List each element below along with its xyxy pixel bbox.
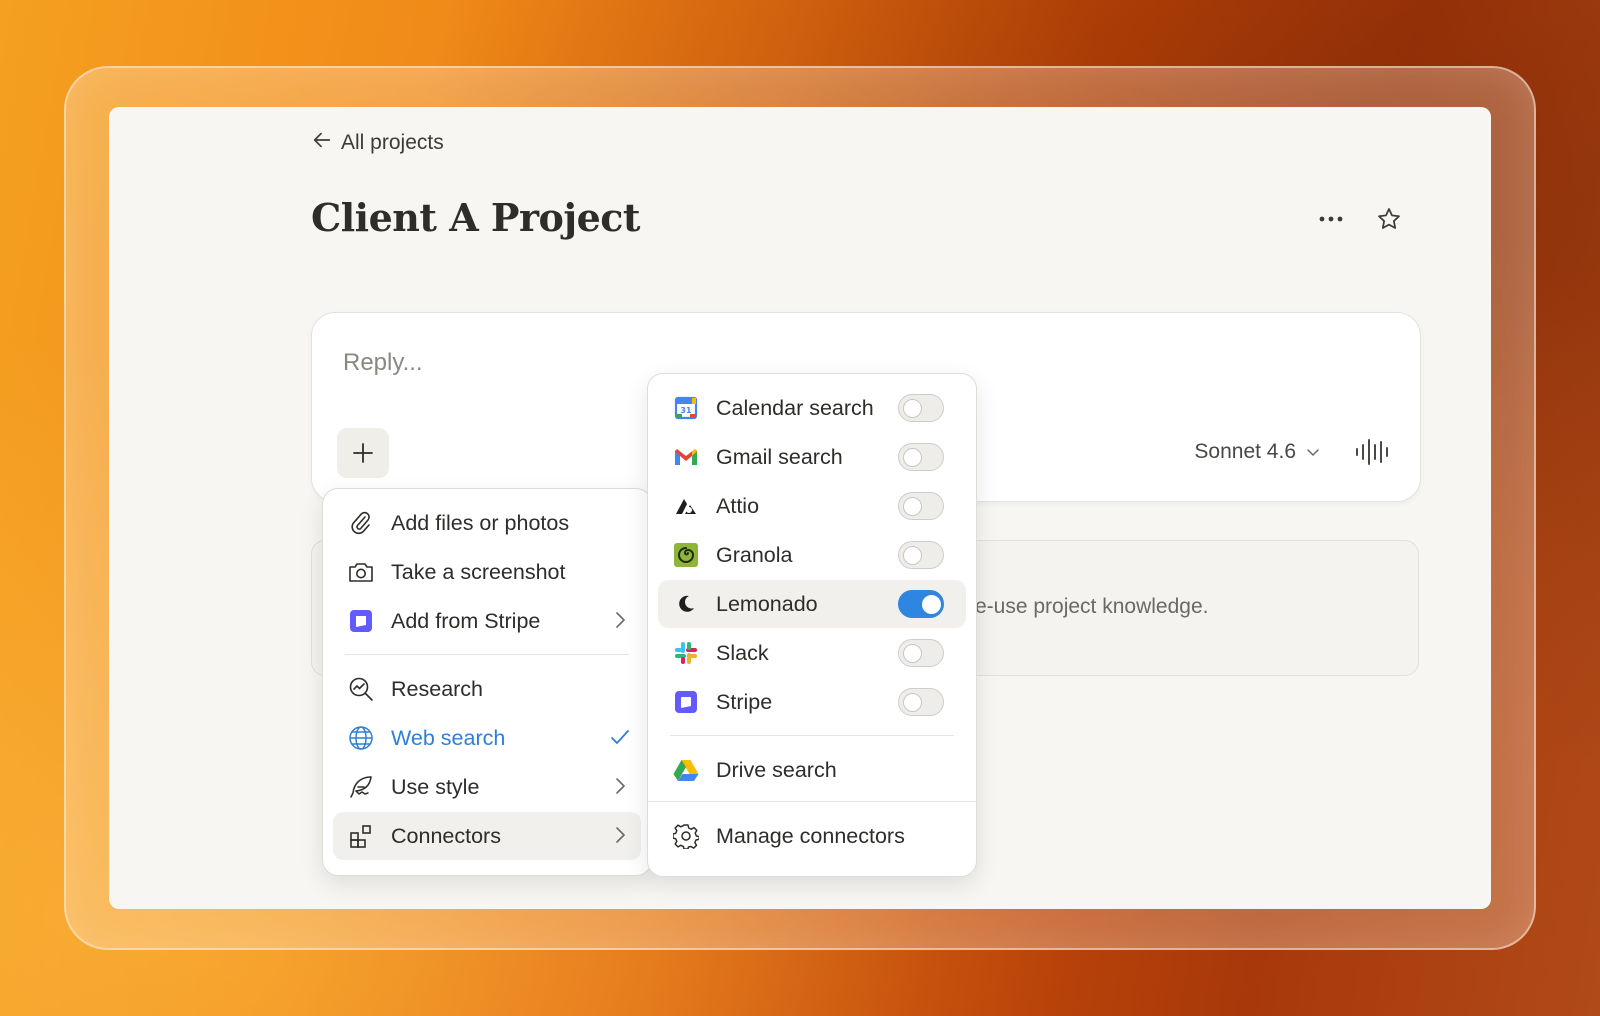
manage-connectors-button[interactable]: Manage connectors xyxy=(658,812,966,860)
menu-item-label: Take a screenshot xyxy=(391,559,566,584)
connector-slack[interactable]: Slack xyxy=(658,629,966,677)
connector-drive-search[interactable]: Drive search xyxy=(658,746,966,794)
google-drive-icon xyxy=(672,756,700,784)
google-calendar-icon: 31 xyxy=(672,394,700,422)
connector-label: Drive search xyxy=(716,757,837,782)
menu-item-add-files[interactable]: Add files or photos xyxy=(333,499,641,547)
plus-icon xyxy=(353,443,373,463)
menu-item-label: Add from Stripe xyxy=(391,608,541,633)
menu-divider xyxy=(345,654,629,655)
connector-toggle[interactable] xyxy=(898,394,944,422)
connector-gmail-search[interactable]: Gmail search xyxy=(658,433,966,481)
connector-toggle[interactable] xyxy=(898,688,944,716)
connector-toggle[interactable] xyxy=(898,492,944,520)
connector-granola[interactable]: Granola xyxy=(658,531,966,579)
connector-attio[interactable]: Attio xyxy=(658,482,966,530)
connectors-menu: 31 Calendar search Gmail search Attio Gr… xyxy=(647,373,977,877)
connector-label: Attio xyxy=(716,493,760,518)
checkmark-icon xyxy=(611,730,629,744)
connector-lemonado[interactable]: Lemonado xyxy=(658,580,966,628)
model-label: Sonnet 4.6 xyxy=(1194,440,1296,463)
menu-item-label: Web search xyxy=(391,725,506,750)
connector-label: Lemonado xyxy=(716,591,818,616)
star-button[interactable] xyxy=(1375,205,1403,233)
star-icon xyxy=(1378,208,1400,229)
more-options-button[interactable] xyxy=(1317,205,1345,233)
menu-item-label: Research xyxy=(391,676,484,701)
menu-item-label: Add files or photos xyxy=(391,510,570,535)
reply-input[interactable]: Reply... xyxy=(343,349,423,377)
add-tools-button[interactable] xyxy=(337,428,389,478)
connector-label: Calendar search xyxy=(716,395,874,420)
research-icon xyxy=(347,675,375,703)
paperclip-icon xyxy=(347,509,375,537)
stripe-icon xyxy=(672,688,700,716)
chevron-down-icon xyxy=(1307,449,1319,457)
lemonado-icon xyxy=(672,590,700,618)
knowledge-hint: re-use project knowledge. xyxy=(968,595,1209,618)
menu-item-connectors[interactable]: Connectors xyxy=(333,812,641,860)
project-actions xyxy=(1317,205,1403,233)
connector-label: Stripe xyxy=(716,689,773,714)
menu-divider xyxy=(670,735,954,736)
slack-icon xyxy=(672,639,700,667)
granola-icon xyxy=(672,541,700,569)
menu-item-add-from-stripe[interactable]: Add from Stripe xyxy=(333,597,641,645)
svg-text:31: 31 xyxy=(680,406,692,415)
menu-item-use-style[interactable]: Use style xyxy=(333,763,641,811)
tools-menu: Add files or photos Take a screenshot Ad… xyxy=(322,488,652,876)
camera-icon xyxy=(347,558,375,586)
quill-icon xyxy=(347,773,375,801)
voice-mode-icon[interactable] xyxy=(1354,437,1390,467)
chevron-right-icon xyxy=(616,612,626,628)
menu-item-take-screenshot[interactable]: Take a screenshot xyxy=(333,548,641,596)
page-title: Client A Project xyxy=(311,195,640,240)
connector-label: Slack xyxy=(716,640,769,665)
connector-label: Granola xyxy=(716,542,793,567)
chevron-right-icon xyxy=(616,778,626,794)
connector-calendar-search[interactable]: 31 Calendar search xyxy=(658,384,966,432)
gear-icon xyxy=(672,822,700,850)
connector-label: Gmail search xyxy=(716,444,843,469)
menu-divider xyxy=(648,801,976,802)
connector-toggle[interactable] xyxy=(898,541,944,569)
menu-item-research[interactable]: Research xyxy=(333,665,641,713)
back-label: All projects xyxy=(341,131,444,154)
gmail-icon xyxy=(672,443,700,471)
back-to-projects-link[interactable]: All projects xyxy=(311,129,444,157)
menu-item-web-search[interactable]: Web search xyxy=(333,714,641,762)
connector-toggle[interactable] xyxy=(898,443,944,471)
arrow-left-icon xyxy=(311,129,333,157)
manage-connectors-label: Manage connectors xyxy=(716,823,905,848)
connectors-icon xyxy=(347,822,375,850)
more-icon xyxy=(1319,216,1343,222)
globe-icon xyxy=(347,724,375,752)
menu-item-label: Connectors xyxy=(391,823,501,848)
connector-toggle[interactable] xyxy=(898,590,944,618)
stripe-icon xyxy=(347,607,375,635)
connector-toggle[interactable] xyxy=(898,639,944,667)
connector-stripe[interactable]: Stripe xyxy=(658,678,966,726)
menu-item-label: Use style xyxy=(391,774,480,799)
chevron-right-icon xyxy=(616,827,626,843)
attio-icon xyxy=(672,492,700,520)
model-selector[interactable]: Sonnet 4.6 xyxy=(1194,440,1320,464)
